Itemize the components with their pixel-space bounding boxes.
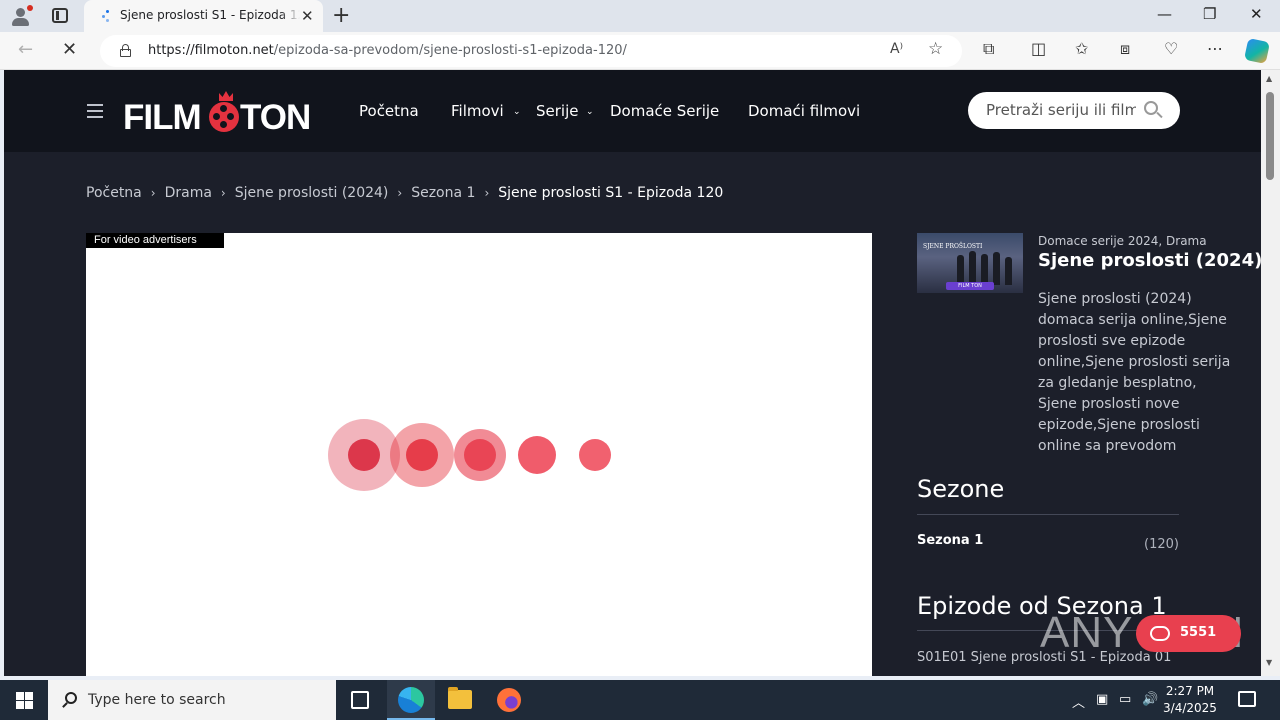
windows-start-icon[interactable]	[16, 692, 33, 709]
notifications-icon[interactable]	[1238, 691, 1256, 707]
chat-count: 5551	[1180, 625, 1217, 640]
breadcrumb-current: Sjene proslosti S1 - Epizoda 120	[498, 185, 724, 201]
chevron-right-icon: ›	[150, 186, 156, 200]
task-view-icon[interactable]	[351, 691, 369, 709]
file-explorer-icon[interactable]	[448, 687, 472, 709]
chat-button[interactable]: 5551	[1136, 615, 1241, 652]
favorite-star-icon[interactable]: ☆	[928, 39, 943, 59]
browser-tab-bar: Sjene proslosti S1 - Epizoda 120 o ✕ + —…	[0, 0, 1280, 32]
video-player[interactable]: For video advertisers	[86, 233, 872, 676]
loader-dot	[406, 439, 438, 471]
search-icon[interactable]	[1144, 101, 1163, 119]
favorites-icon[interactable]: ✩	[1075, 39, 1088, 58]
ad-label[interactable]: For video advertisers	[86, 233, 224, 248]
back-icon[interactable]: ←	[18, 39, 33, 60]
stop-loading-icon[interactable]: ✕	[62, 39, 77, 60]
read-aloud-icon[interactable]: A⁾	[890, 41, 903, 57]
divider	[917, 514, 1179, 515]
lock-icon[interactable]	[120, 44, 131, 57]
split-screen-icon[interactable]: ◫	[1031, 39, 1046, 58]
chat-icon	[1150, 626, 1170, 641]
series-title[interactable]: Sjene proslosti (2024)	[1038, 250, 1261, 271]
extensions-icon[interactable]: ⧉	[983, 39, 994, 59]
edge-icon[interactable]	[398, 687, 424, 713]
clock-date: 3/4/2025	[1163, 701, 1217, 715]
search-input[interactable]	[986, 101, 1136, 119]
taskbar-search[interactable]: Type here to search	[48, 680, 336, 720]
loader-dot	[464, 439, 496, 471]
more-icon[interactable]: ⋯	[1207, 39, 1223, 58]
breadcrumb-link[interactable]: Drama	[165, 185, 212, 201]
nav-item-0[interactable]: Početna	[359, 102, 419, 120]
breadcrumb-link[interactable]: Početna	[86, 185, 142, 201]
chevron-down-icon[interactable]: ⌄	[513, 107, 521, 117]
tab-actions-icon[interactable]	[52, 8, 68, 23]
profile-icon[interactable]	[10, 5, 33, 27]
search-icon	[62, 692, 78, 708]
nav-item-4[interactable]: Domaći filmovi	[748, 102, 860, 120]
clock-time: 2:27 PM	[1165, 684, 1215, 698]
new-tab-icon[interactable]: +	[332, 3, 350, 28]
nav-item-3[interactable]: Domaće Serije	[610, 102, 719, 120]
windows-taskbar: Type here to search ︿ ▣ ▭ 🔊 2:27 PM 3/4/…	[0, 680, 1280, 720]
nav-item-1[interactable]: Filmovi	[451, 102, 504, 120]
tab-title: Sjene proslosti S1 - Epizoda 120 o	[120, 8, 300, 22]
loader-dot	[518, 436, 556, 474]
scroll-down-icon[interactable]: ▼	[1266, 658, 1272, 667]
season-name[interactable]: Sezona 1	[917, 533, 983, 548]
network-icon[interactable]: ▭	[1119, 692, 1131, 707]
series-poster[interactable]: SJENE PROŠLOSTI FILM TON	[917, 233, 1023, 293]
series-genres[interactable]: Domace serije 2024, Drama	[1038, 234, 1207, 248]
film-reel-icon	[209, 102, 239, 132]
loading-icon	[102, 10, 114, 22]
site-header: FILM TON Početna Filmovi ⌄ Serije ⌄ Domaće Se…	[4, 70, 1261, 152]
close-tab-icon[interactable]: ✕	[301, 7, 314, 25]
chevron-right-icon: ›	[220, 186, 226, 200]
taskbar-clock[interactable]: 2:27 PM 3/4/2025	[1160, 683, 1220, 717]
close-window-icon[interactable]: ✕	[1250, 5, 1263, 23]
loader-dot	[348, 439, 380, 471]
address-bar[interactable]: https://filmoton.net/epizoda-sa-prevodom…	[100, 35, 962, 67]
scroll-up-icon[interactable]: ▲	[1266, 74, 1272, 83]
series-description: Sjene proslosti (2024) domaca serija onl…	[1038, 291, 1231, 454]
breadcrumb-link[interactable]: Sezona 1	[411, 185, 475, 201]
scrollbar-thumb[interactable]	[1266, 92, 1274, 180]
chevron-right-icon: ›	[397, 186, 403, 200]
url-text[interactable]: https://filmoton.net/epizoda-sa-prevodom…	[148, 43, 627, 58]
active-tab[interactable]: Sjene proslosti S1 - Epizoda 120 o ✕	[84, 0, 323, 32]
restore-icon[interactable]: ❐	[1203, 5, 1216, 23]
collections-icon[interactable]: ⧈	[1120, 39, 1130, 59]
firefox-icon[interactable]	[497, 688, 521, 712]
nav-item-2[interactable]: Serije	[536, 102, 578, 120]
page-viewport: FILM TON Početna Filmovi ⌄ Serije ⌄ Domaće Se…	[4, 70, 1261, 676]
page-scrollbar[interactable]: ▲ ▼	[1261, 70, 1280, 676]
crown-icon	[219, 91, 233, 101]
chevron-down-icon[interactable]: ⌄	[586, 107, 594, 117]
seasons-heading: Sezone	[917, 475, 1005, 503]
tray-meet-icon[interactable]: ▣	[1096, 692, 1108, 707]
season-episode-count: (120)	[1144, 537, 1179, 552]
loader-dot	[579, 439, 611, 471]
hamburger-menu-icon[interactable]	[87, 104, 103, 118]
season-item[interactable]: Sezona 1 (120)	[917, 533, 1179, 553]
minimize-icon[interactable]: —	[1157, 5, 1172, 23]
breadcrumb-link[interactable]: Sjene proslosti (2024)	[235, 185, 389, 201]
site-logo[interactable]: FILM TON	[123, 91, 323, 137]
breadcrumb: Početna › Drama › Sjene proslosti (2024) › Sez…	[86, 185, 723, 201]
chevron-right-icon: ›	[484, 186, 490, 200]
search-box[interactable]	[968, 92, 1180, 129]
browser-essentials-icon[interactable]: ♡	[1164, 39, 1178, 58]
volume-icon[interactable]: 🔊	[1142, 692, 1158, 707]
taskbar-search-placeholder: Type here to search	[88, 692, 226, 708]
tray-chevron-icon[interactable]: ︿	[1072, 692, 1085, 711]
